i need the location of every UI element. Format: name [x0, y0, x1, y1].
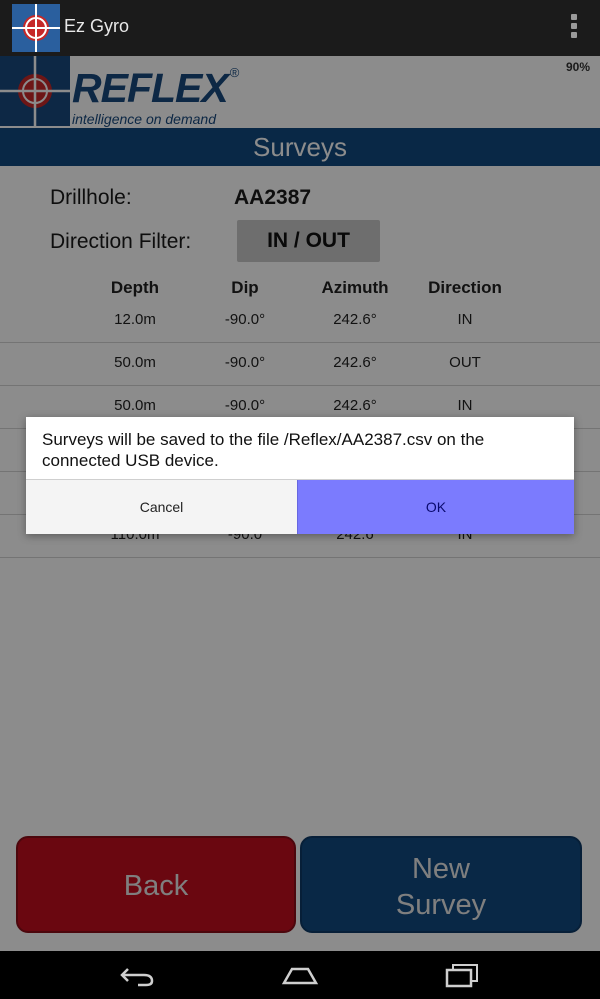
dialog-message: Surveys will be saved to the file /Refle…: [42, 430, 485, 470]
system-nav-bar: [0, 951, 600, 999]
dialog-ok-button[interactable]: OK: [297, 480, 574, 534]
home-icon[interactable]: [280, 961, 320, 989]
recent-apps-icon[interactable]: [443, 961, 483, 989]
app-title: Ez Gyro: [64, 16, 130, 36]
app-crosshair-icon[interactable]: [12, 4, 60, 52]
action-bar: Ez Gyro: [0, 0, 600, 56]
save-confirm-dialog: Surveys will be saved to the file /Refle…: [26, 417, 574, 534]
dialog-cancel-button[interactable]: Cancel: [26, 480, 297, 534]
app-screen: Ez Gyro REFLEX ® intelligence on demand 9…: [0, 0, 600, 999]
overflow-menu-icon[interactable]: [570, 14, 578, 40]
back-arrow-icon[interactable]: [118, 961, 158, 989]
